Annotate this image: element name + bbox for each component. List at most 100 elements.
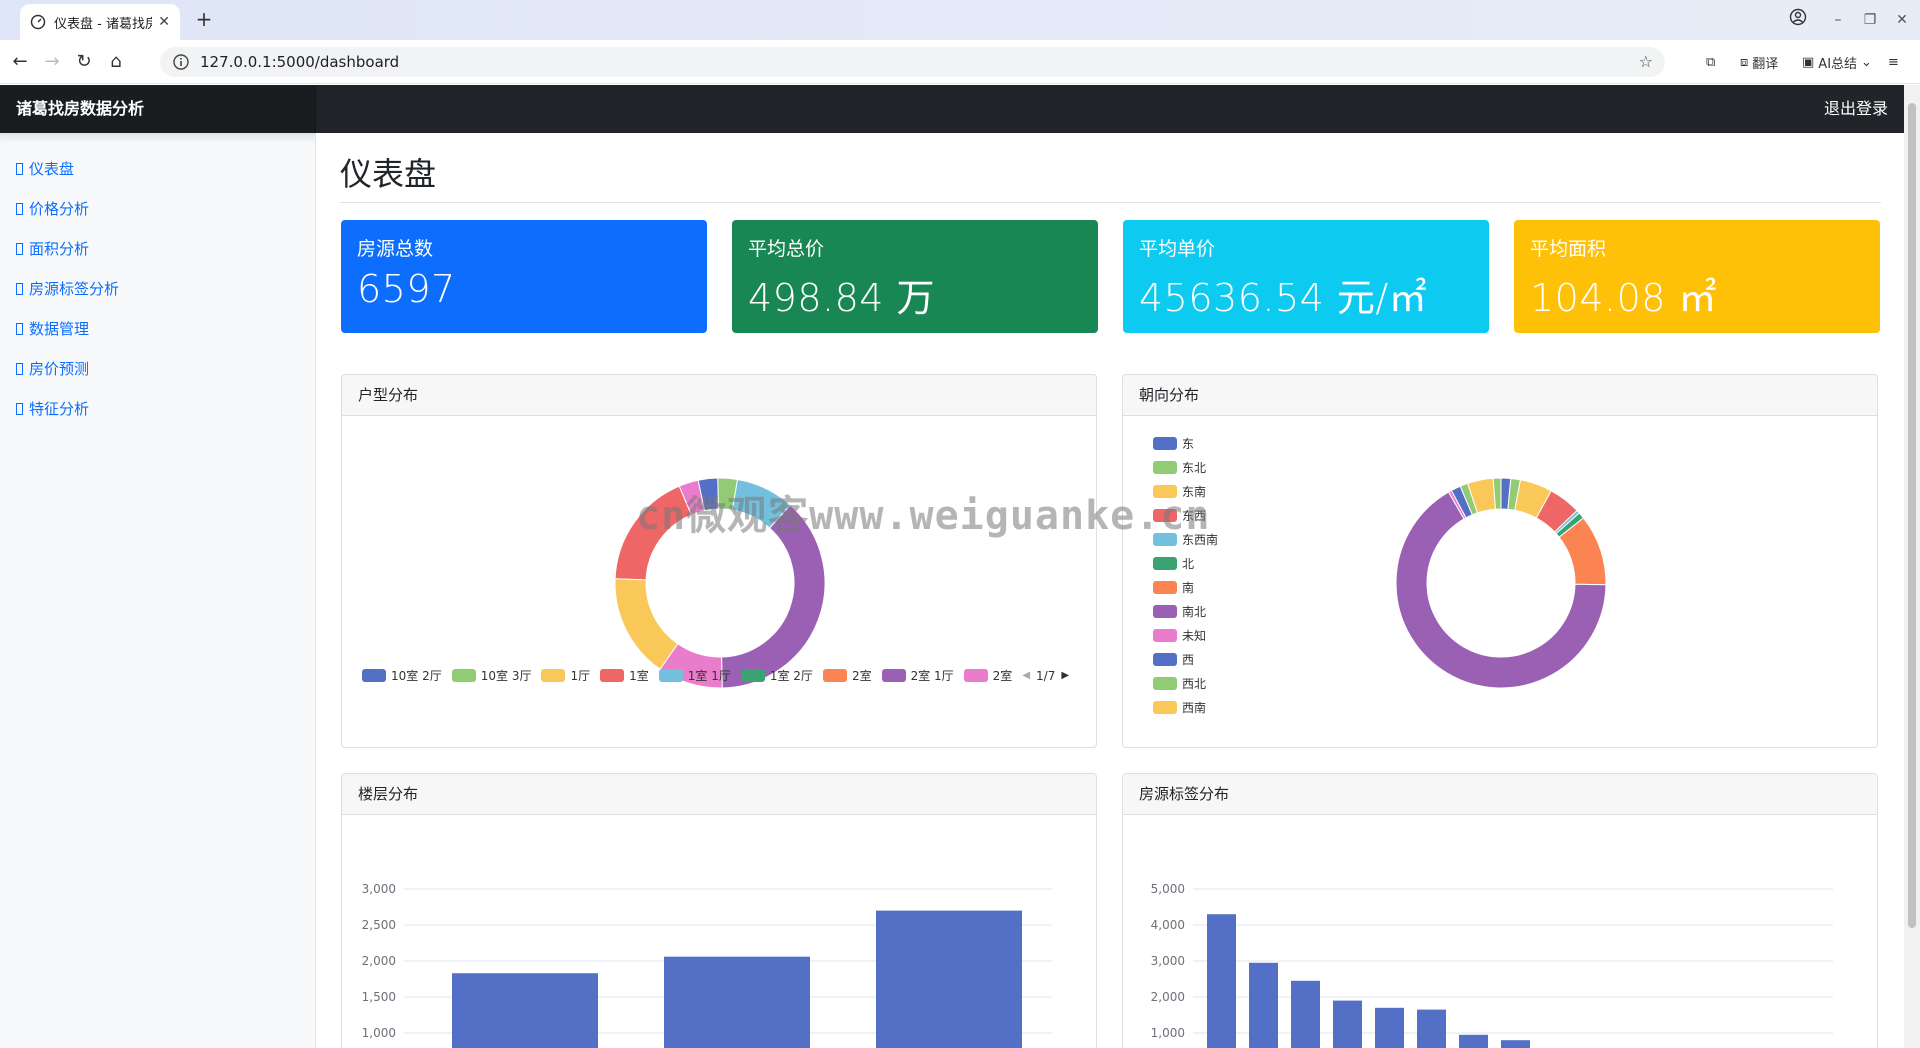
y-tick-label: 2,000: [1151, 990, 1185, 1004]
floor-bar-chart[interactable]: 3,000 2,500 2,000 1,500 1,000: [342, 816, 1097, 1048]
legend-label: 10室 3厅: [480, 669, 532, 683]
bar[interactable]: [1291, 980, 1320, 1048]
y-tick-label: 1,000: [362, 1026, 396, 1040]
donut-slice[interactable]: [614, 578, 679, 670]
bar[interactable]: [1501, 1040, 1530, 1048]
forward-icon[interactable]: →: [40, 50, 64, 74]
minimize-icon[interactable]: –: [1826, 8, 1850, 32]
tags-bar-chart[interactable]: 5,000 4,000 3,000 2,000 1,000: [1123, 816, 1878, 1048]
app-navbar: 诸葛找房数据分析 退出登录: [0, 85, 1904, 133]
legend-item[interactable]: 北: [1153, 551, 1218, 575]
stat-card-avg-total-price: 平均总价 498.84 万: [732, 220, 1098, 333]
url-text: 127.0.0.1:5000/dashboard: [200, 53, 400, 71]
legend-item[interactable]: 10室 2厅: [362, 667, 442, 684]
menu-icon[interactable]: ≡: [1888, 50, 1899, 74]
legend-item[interactable]: 南北: [1153, 599, 1218, 623]
browser-tab-title: 仪表盘 - 诸葛找房: [54, 16, 153, 32]
room-type-donut-chart[interactable]: [342, 417, 1097, 707]
ai-summary-button[interactable]: ▣ AI总结 ⌄: [1802, 50, 1872, 74]
new-tab-icon[interactable]: +: [192, 8, 216, 32]
legend-swatch: [1153, 700, 1177, 714]
bookmark-star-icon[interactable]: ☆: [1639, 52, 1653, 71]
legend-item[interactable]: 1厅: [541, 667, 590, 684]
translate-button[interactable]: ⧈ 翻译: [1740, 50, 1778, 74]
sidebar-item-data-management[interactable]: 数据管理: [16, 318, 89, 339]
profile-icon[interactable]: [1786, 8, 1810, 32]
stat-card-avg-unit-price: 平均单价 45636.54 元/㎡: [1123, 220, 1489, 333]
bar[interactable]: [1249, 962, 1278, 1048]
reload-icon[interactable]: ↻: [72, 50, 96, 74]
legend-item[interactable]: 未知: [1153, 623, 1218, 647]
legend-label: 1厅: [570, 669, 591, 683]
orientation-donut-chart[interactable]: [1123, 417, 1878, 707]
legend-label: 1室: [629, 669, 649, 683]
scrollbar-thumb[interactable]: [1908, 103, 1916, 928]
extensions-icon[interactable]: ⧉: [1706, 50, 1715, 74]
card-room-type: 户型分布 10室 2厅 10室 3厅 1厅 1室 1室 1厅 1室 2厅 2室 2室 1厅 2室…: [341, 374, 1097, 748]
legend-item[interactable]: 2室: [963, 667, 1012, 684]
logout-link[interactable]: 退出登录: [1824, 85, 1888, 133]
sidebar-item-price-prediction[interactable]: 房价预测: [16, 358, 89, 379]
legend-swatch: [362, 669, 386, 682]
card-title: 房源标签分布: [1123, 774, 1877, 815]
legend-next-icon[interactable]: ▶: [1061, 670, 1069, 681]
card-title: 户型分布: [342, 375, 1096, 416]
legend-label: 北: [1182, 556, 1195, 571]
legend-swatch: [740, 669, 765, 682]
bar[interactable]: [1333, 1000, 1362, 1048]
stat-label: 平均面积: [1530, 238, 1607, 260]
bar[interactable]: [1417, 1009, 1446, 1048]
legend-label: 1室 1厅: [687, 669, 731, 683]
address-bar[interactable]: 127.0.0.1:5000/dashboard ☆: [160, 47, 1665, 77]
y-tick-label: 1,500: [362, 990, 396, 1004]
missing-glyph-icon: [16, 322, 23, 335]
sidebar-item-area-analysis[interactable]: 面积分析: [16, 238, 89, 259]
y-tick-label: 5,000: [1151, 882, 1185, 896]
legend-item[interactable]: 西北: [1153, 671, 1218, 695]
ai-summary-icon: ▣: [1802, 54, 1815, 70]
site-info-icon[interactable]: [172, 53, 190, 71]
legend-item[interactable]: 西南: [1153, 695, 1218, 719]
window-close-icon[interactable]: ✕: [1890, 8, 1914, 32]
bar[interactable]: [452, 973, 598, 1048]
bar[interactable]: [1459, 1034, 1488, 1048]
sidebar-item-tag-analysis[interactable]: 房源标签分析: [16, 278, 119, 299]
legend-swatch: [541, 669, 566, 682]
legend-item[interactable]: 东: [1153, 431, 1218, 455]
brand-title[interactable]: 诸葛找房数据分析: [0, 85, 316, 133]
close-tab-icon[interactable]: ✕: [158, 14, 170, 30]
sidebar-item-feature-analysis[interactable]: 特征分析: [16, 398, 89, 419]
legend-item[interactable]: 西: [1153, 647, 1218, 671]
legend-item[interactable]: 南: [1153, 575, 1218, 599]
back-icon[interactable]: ←: [8, 50, 32, 74]
legend-swatch: [822, 669, 847, 682]
legend-item[interactable]: 1室 1厅: [658, 667, 731, 684]
legend-item[interactable]: 2室: [822, 667, 872, 684]
bar[interactable]: [1207, 914, 1236, 1048]
legend-item[interactable]: 东北: [1153, 455, 1218, 479]
y-tick-label: 3,000: [1151, 954, 1185, 968]
page-scrollbar[interactable]: [1904, 85, 1920, 1048]
chevron-down-icon: ⌄: [1861, 54, 1872, 70]
legend-item[interactable]: 1室 2厅: [740, 667, 813, 684]
home-icon[interactable]: ⌂: [104, 50, 128, 74]
legend-item[interactable]: 10室 3厅: [451, 667, 532, 684]
legend-label: 2室: [851, 669, 872, 683]
legend-label: 西北: [1182, 676, 1207, 691]
bar[interactable]: [876, 910, 1022, 1048]
stat-label: 房源总数: [357, 238, 434, 260]
legend-item[interactable]: 1室: [600, 667, 649, 684]
sidebar-item-dashboard[interactable]: 仪表盘: [16, 158, 74, 179]
browser-tab[interactable]: 仪表盘 - 诸葛找房 ✕: [20, 4, 180, 40]
legend-label: 西: [1182, 652, 1195, 667]
legend-item[interactable]: 2室 1厅: [881, 667, 954, 684]
missing-glyph-icon: [16, 282, 23, 295]
card-title: 朝向分布: [1123, 375, 1877, 416]
sidebar-item-price-analysis[interactable]: 价格分析: [16, 198, 89, 219]
bar[interactable]: [664, 956, 810, 1048]
stat-value: 45636.54 元/㎡: [1139, 276, 1428, 320]
restore-icon[interactable]: ❐: [1858, 8, 1882, 32]
legend-label: 东: [1182, 436, 1195, 451]
legend-prev-icon[interactable]: ◀: [1022, 670, 1030, 681]
bar[interactable]: [1375, 1007, 1404, 1048]
